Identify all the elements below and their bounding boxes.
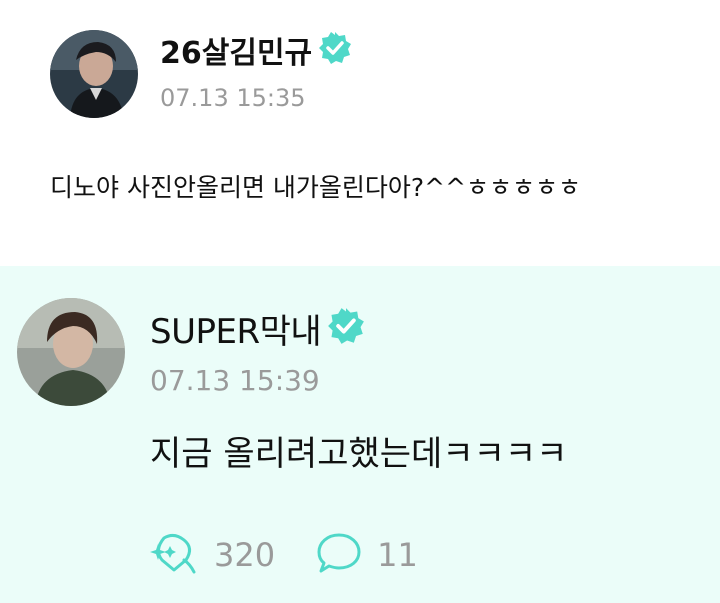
comment-stat[interactable]: 11 xyxy=(315,531,418,579)
reply-message: 지금 올리려고했는데ㅋㅋㅋㅋ xyxy=(150,434,568,474)
reply-stats-bar: 320 11 xyxy=(150,530,458,580)
post-username[interactable]: 26살김민규 xyxy=(160,28,312,72)
comment-count: 11 xyxy=(377,536,418,574)
reply-username[interactable]: SUPER막내 xyxy=(150,304,322,353)
post-timestamp: 07.13 15:35 xyxy=(160,84,306,112)
post-name-row: 26살김민규 xyxy=(160,28,352,72)
post-message: 디노야 사진안올리면 내가올린다아?^^ㅎㅎㅎㅎㅎ xyxy=(50,173,582,202)
reply-timestamp: 07.13 15:39 xyxy=(150,364,320,397)
post-card: 26살김민규 07.13 15:35 디노야 사진안올리면 내가올린다아?^^ㅎ… xyxy=(0,0,720,266)
verified-badge-icon xyxy=(318,31,352,69)
sparkle-heart-icon[interactable] xyxy=(150,530,200,580)
like-count: 320 xyxy=(214,536,276,574)
speech-bubble-icon[interactable] xyxy=(315,531,363,579)
verified-badge-icon xyxy=(327,307,365,349)
reply-avatar[interactable] xyxy=(17,298,125,406)
reply-name-row: SUPER막내 xyxy=(150,304,365,353)
post-avatar[interactable] xyxy=(50,30,138,118)
like-stat[interactable]: 320 xyxy=(150,530,275,580)
